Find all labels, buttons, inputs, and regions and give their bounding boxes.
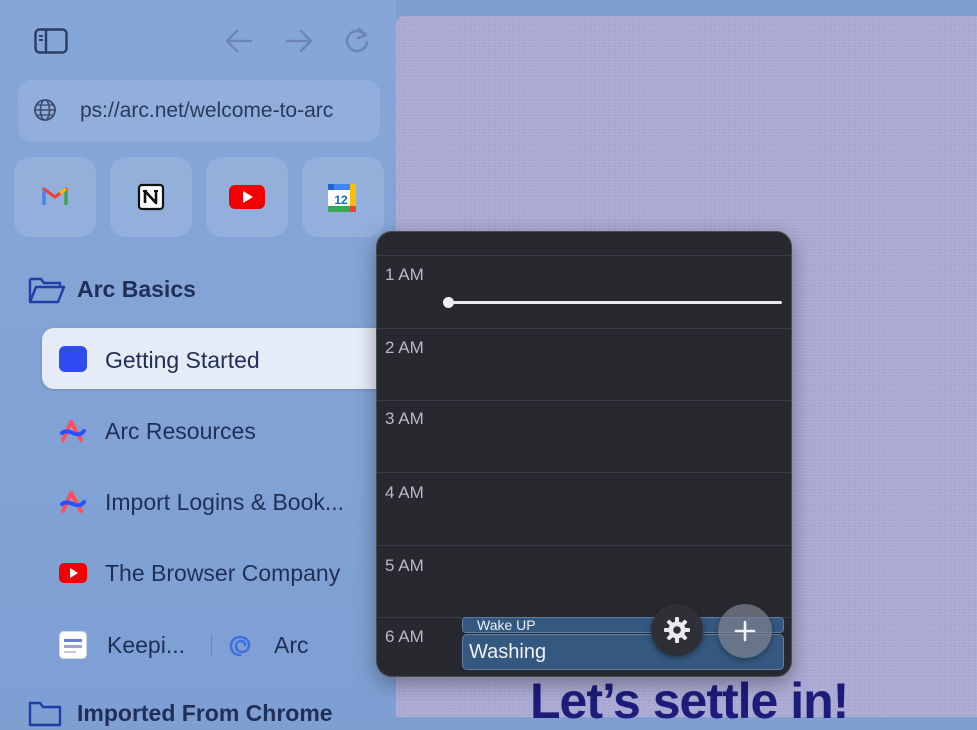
hour-divider [377, 328, 791, 329]
keeping-icon [59, 631, 87, 659]
tab-label-the-browser-company[interactable]: The Browser Company [105, 560, 340, 587]
folder-open-icon [28, 277, 66, 304]
getting-started-icon [59, 346, 87, 372]
hour-label: 3 AM [385, 409, 424, 428]
add-event-button[interactable] [718, 604, 772, 658]
hero-heading: Let’s settle in! [530, 673, 849, 729]
hour-divider [377, 545, 791, 546]
globe-icon [34, 99, 56, 121]
split-tab-label-left[interactable]: Keepi... [107, 632, 185, 659]
event-title: Washing [469, 641, 547, 663]
tab-label-getting-started[interactable]: Getting Started [105, 347, 260, 374]
calendar-app-icon: 12 [328, 184, 356, 212]
calendar-popup[interactable]: 1 AM 2 AM 3 AM 4 AM 5 AM 6 AM Wake UP Wa… [376, 231, 792, 677]
hour-divider [377, 472, 791, 473]
arc-logo-icon [60, 420, 86, 442]
settings-button[interactable] [651, 604, 703, 656]
split-divider [211, 635, 212, 657]
folder-icon [28, 701, 62, 727]
hour-label: 6 AM [385, 627, 424, 646]
folder-label-imported-from-chrome[interactable]: Imported From Chrome [77, 700, 333, 727]
notion-icon [137, 183, 165, 211]
hour-label: 5 AM [385, 556, 424, 575]
youtube-icon [59, 563, 87, 583]
hour-divider [377, 400, 791, 401]
gear-icon [664, 617, 690, 643]
current-time-line [449, 301, 782, 304]
folder-label-arc-basics[interactable]: Arc Basics [77, 276, 196, 303]
hour-label: 2 AM [385, 338, 424, 357]
favorite-gmail[interactable] [14, 157, 96, 237]
arc-logo-icon [60, 491, 86, 513]
tab-label-arc-resources[interactable]: Arc Resources [105, 418, 256, 445]
sidebar-toggle-icon[interactable] [34, 28, 68, 54]
hour-label: 4 AM [385, 483, 424, 502]
favorite-notion[interactable] [110, 157, 192, 237]
arc-swirl-icon [229, 635, 251, 657]
event-title: Wake UP [477, 617, 536, 633]
plus-icon [734, 620, 756, 642]
forward-arrow-icon[interactable] [284, 28, 314, 54]
gmail-icon [42, 187, 68, 205]
youtube-icon [229, 185, 265, 209]
favorite-youtube[interactable] [206, 157, 288, 237]
tab-label-import-logins[interactable]: Import Logins & Book... [105, 489, 344, 516]
sidebar: ps://arc.net/welcome-to-arc 12 Arc Basic… [0, 0, 396, 727]
favorite-calendar[interactable]: 12 [302, 157, 384, 237]
split-tab-label-right[interactable]: Arc [274, 632, 309, 659]
reload-icon[interactable] [343, 27, 371, 55]
back-arrow-icon[interactable] [224, 28, 254, 54]
calendar-day-label: 12 [334, 193, 348, 207]
url-text[interactable]: ps://arc.net/welcome-to-arc [80, 99, 333, 123]
hour-divider [377, 255, 791, 256]
hour-label: 1 AM [385, 265, 424, 284]
